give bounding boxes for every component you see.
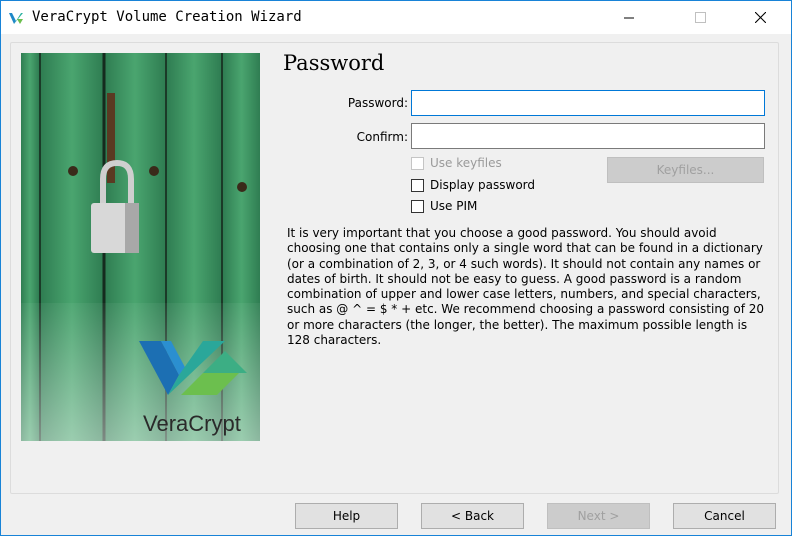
window-title: VeraCrypt Volume Creation Wizard: [32, 9, 302, 25]
veracrypt-logo-text: VeraCrypt: [143, 411, 241, 436]
next-button[interactable]: Next >: [547, 503, 650, 529]
use-keyfiles-box[interactable]: [411, 156, 424, 170]
use-pim-box[interactable]: [411, 199, 424, 213]
confirm-label: Confirm:: [356, 130, 408, 144]
wizard-side-image: VeraCrypt: [21, 53, 260, 441]
help-button[interactable]: Help: [295, 503, 398, 529]
padlock-door-illustration: VeraCrypt: [21, 53, 260, 441]
close-button[interactable]: [737, 1, 783, 34]
use-pim-checkbox[interactable]: Use PIM: [411, 198, 477, 214]
password-label: Password:: [347, 96, 408, 110]
veracrypt-app-icon: [8, 10, 24, 26]
close-icon: [754, 12, 766, 23]
title-bar[interactable]: VeraCrypt Volume Creation Wizard: [1, 1, 791, 34]
display-password-checkbox[interactable]: Display password: [411, 177, 535, 193]
display-password-box[interactable]: [411, 178, 424, 192]
keyfiles-button[interactable]: Keyfiles...: [607, 157, 764, 183]
maximize-button[interactable]: [677, 1, 723, 34]
wizard-window: VeraCrypt Volume Creation Wizard VeraCry…: [0, 0, 792, 536]
display-password-label: Display password: [430, 178, 536, 192]
cancel-button[interactable]: Cancel: [673, 503, 776, 529]
use-pim-label: Use PIM: [430, 199, 478, 213]
confirm-input[interactable]: [411, 123, 765, 149]
minimize-button[interactable]: [606, 1, 652, 34]
back-button[interactable]: < Back: [421, 503, 524, 529]
page-title: Password: [283, 51, 385, 75]
use-keyfiles-checkbox[interactable]: Use keyfiles: [411, 155, 502, 171]
minimize-icon: [624, 17, 634, 18]
password-input[interactable]: [411, 90, 765, 116]
password-advice-text: It is very important that you choose a g…: [287, 226, 765, 348]
use-keyfiles-label: Use keyfiles: [430, 156, 502, 170]
maximize-icon: [694, 12, 706, 23]
